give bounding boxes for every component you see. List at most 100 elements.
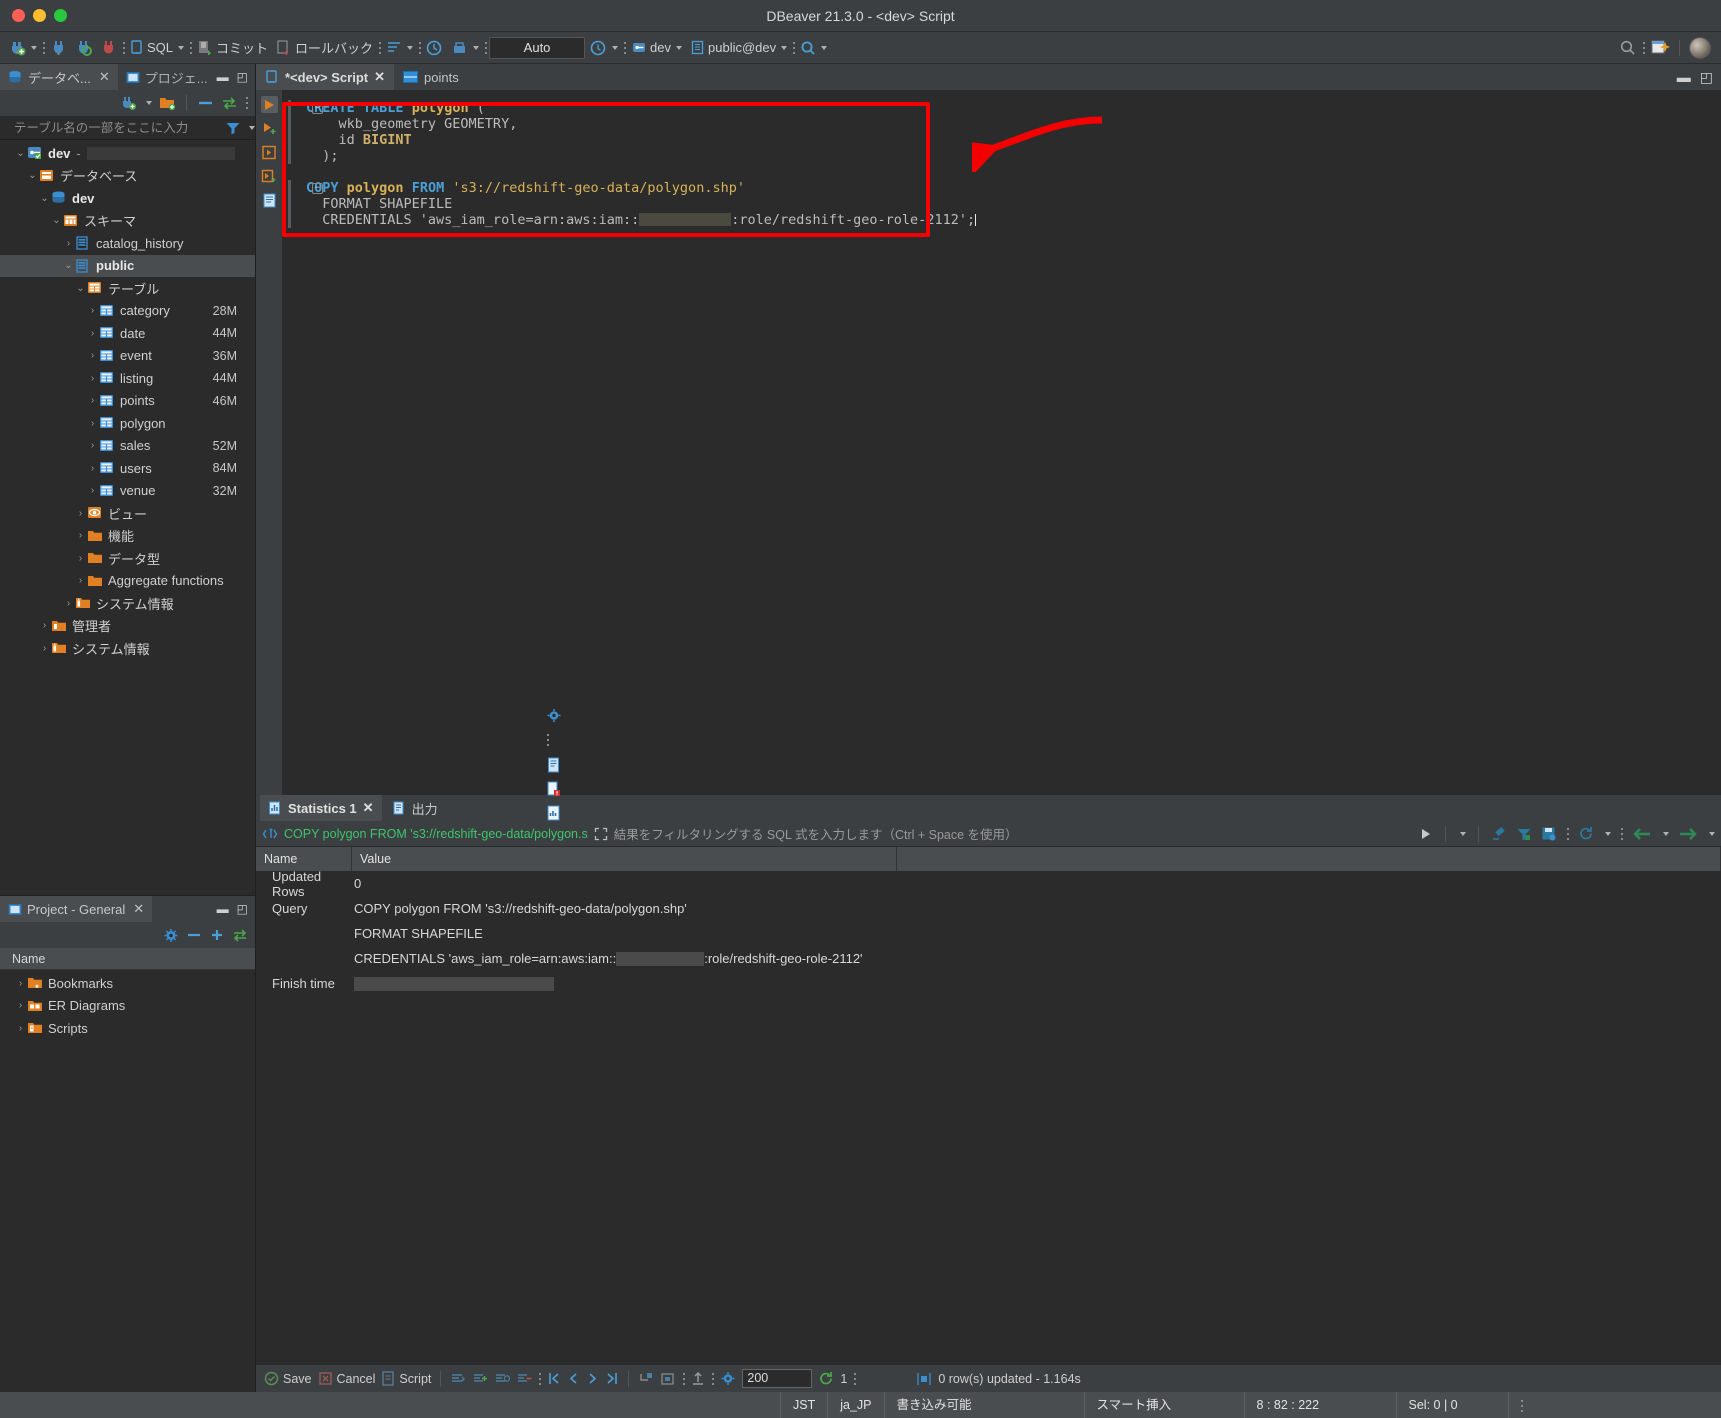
chevron-right-icon[interactable]: ›: [86, 350, 99, 361]
cell-value[interactable]: [352, 976, 1721, 992]
tab-statistics-1[interactable]: Statistics 1 ✕: [260, 795, 382, 821]
connection-selector[interactable]: dev: [628, 38, 685, 57]
chevron-down-icon-sql[interactable]: [178, 45, 185, 50]
minimize-editor-icon[interactable]: ▬: [1677, 69, 1691, 86]
project-tree[interactable]: › Bookmarks › ER Diagrams › Scripts: [0, 970, 255, 1295]
tab-project-general[interactable]: Project - General ✕: [0, 896, 153, 922]
duplicate-row-icon[interactable]: [494, 1372, 511, 1386]
disconnect-button[interactable]: [97, 37, 120, 58]
sql-line[interactable]: id BIGINT: [306, 132, 1695, 148]
tree-node-[interactable]: › システム情報: [0, 637, 255, 660]
execute-script-icon[interactable]: [261, 120, 278, 137]
tab-database-navigator[interactable]: データベ... ✕: [0, 64, 118, 90]
chevron-right-icon[interactable]: ›: [38, 620, 51, 631]
tree-filter-row[interactable]: [0, 116, 255, 140]
chevron-down-icon[interactable]: ⌄: [74, 283, 87, 294]
tree-node-catalog-history[interactable]: › catalog_history: [0, 232, 255, 255]
expand-icon[interactable]: [594, 827, 608, 841]
tree-node-sales[interactable]: › sales 52M: [0, 435, 255, 458]
tree-node-dev[interactable]: ⌄ dev -: [0, 142, 255, 165]
window-traffic-lights[interactable]: [0, 9, 67, 22]
sql-editor-button[interactable]: SQL: [127, 38, 187, 57]
transaction-mode-button[interactable]: [383, 38, 416, 57]
sql-line[interactable]: FORMAT SHAPEFILE: [306, 196, 1695, 212]
table-row[interactable]: FORMAT SHAPEFILE: [256, 921, 1721, 946]
database-navigator-tree[interactable]: ⌄ dev - ⌄ データベース ⌄ dev ⌄ スキーマ › catalog_history ⌄ pu…: [0, 140, 255, 895]
generate-sql-icon[interactable]: [261, 192, 278, 209]
execute-filter-icon[interactable]: [1419, 827, 1433, 841]
chevron-right-icon[interactable]: ›: [86, 373, 99, 384]
row-actions-overflow-icon[interactable]: [538, 1370, 541, 1388]
sql-filter-icon[interactable]: [262, 827, 278, 841]
chevron-right-icon[interactable]: ›: [62, 238, 75, 249]
status-overflow-icon[interactable]: [1507, 1392, 1548, 1418]
execute-to-new-tab-icon[interactable]: [261, 144, 278, 161]
new-folder-icon[interactable]: [159, 95, 176, 111]
connect-button[interactable]: [47, 37, 70, 58]
chevron-right-icon[interactable]: ›: [74, 508, 87, 519]
refresh-overflow-icon[interactable]: [853, 1370, 856, 1388]
chevron-right-icon[interactable]: ›: [14, 1023, 27, 1034]
chevron-down-icon-newconn[interactable]: [146, 101, 152, 105]
results-filter-overflow-icon-2[interactable]: [1620, 825, 1623, 843]
execute-expression-icon[interactable]: [261, 168, 278, 185]
save-button[interactable]: Save: [264, 1371, 312, 1386]
chevron-right-icon[interactable]: ›: [86, 440, 99, 451]
minimize-panel-icon[interactable]: ▬: [217, 70, 229, 84]
chevron-down-icon-txstate[interactable]: [612, 45, 619, 50]
gear-icon[interactable]: [163, 928, 179, 943]
cell-name[interactable]: Finish time: [256, 976, 352, 991]
sql-line[interactable]: − COPY polygon FROM 's3://redshift-geo-da…: [306, 180, 1695, 196]
chevron-down-icon[interactable]: ⌄: [38, 193, 51, 204]
export-overflow-icon[interactable]: [711, 1370, 714, 1388]
collapse-all-icon[interactable]: [197, 96, 214, 110]
project-item-er-diagrams[interactable]: › ER Diagrams: [0, 995, 255, 1018]
sql-code-text[interactable]: − CREATE TABLE polygon ( wkb_geometry GEO…: [282, 90, 1695, 228]
global-search-icon[interactable]: [1619, 39, 1636, 56]
link-with-editor-icon[interactable]: [221, 96, 238, 110]
code-fold-icon[interactable]: −: [312, 182, 323, 194]
save-filter-icon[interactable]: [1541, 826, 1557, 841]
edit-row-icon[interactable]: [450, 1372, 466, 1386]
database-tasks-button[interactable]: [448, 38, 482, 58]
chevron-right-icon[interactable]: ›: [14, 978, 27, 989]
cell-value[interactable]: FORMAT SHAPEFILE: [352, 926, 1721, 941]
chevron-right-icon[interactable]: ›: [74, 553, 87, 564]
maximize-project-icon[interactable]: ◰: [237, 902, 248, 916]
navigator-view-menu-icon[interactable]: [245, 94, 248, 112]
refresh-icon[interactable]: [1578, 826, 1594, 841]
close-icon-project[interactable]: ✕: [133, 901, 144, 917]
cell-value[interactable]: 0: [352, 876, 1721, 891]
add-icon[interactable]: [209, 928, 225, 942]
chevron-down-icon-tx[interactable]: [407, 45, 414, 50]
toolbar-search-button[interactable]: [797, 38, 830, 58]
tree-node-[interactable]: › 管理者: [0, 615, 255, 638]
error-log-icon[interactable]: [546, 781, 562, 797]
schema-selector[interactable]: public@dev: [687, 38, 790, 57]
execute-statement-icon[interactable]: [260, 96, 278, 113]
fetch-all-icon[interactable]: [660, 1372, 676, 1386]
table-row[interactable]: Updated Rows 0: [256, 869, 1721, 899]
chevron-right-icon[interactable]: ›: [86, 463, 99, 474]
chevron-down-icon[interactable]: ⌄: [14, 148, 27, 159]
statistics-panel-icon[interactable]: [546, 805, 562, 821]
chevron-right-icon[interactable]: ›: [86, 305, 99, 316]
chevron-right-icon[interactable]: ›: [86, 328, 99, 339]
chevron-right-icon[interactable]: ›: [38, 643, 51, 654]
chevron-down-icon-filter[interactable]: [249, 125, 255, 130]
chevron-down-icon[interactable]: ⌄: [50, 215, 63, 226]
tab-dev-script[interactable]: *<dev> Script ✕: [256, 64, 395, 90]
table-row[interactable]: Finish time: [256, 971, 1721, 996]
column-header-name[interactable]: Name: [256, 847, 352, 871]
sql-line[interactable]: CREDENTIALS 'aws_iam_role=arn:aws:iam:::…: [306, 212, 1695, 228]
commit-button[interactable]: コミット: [194, 36, 271, 59]
results-grid[interactable]: Name Value Updated Rows 0 Query COPY polygo…: [256, 847, 1721, 1364]
cell-value[interactable]: CREDENTIALS 'aws_iam_role=arn:aws:iam:::…: [352, 951, 1721, 967]
maximize-button[interactable]: [54, 9, 67, 22]
script-button[interactable]: Script: [381, 1371, 431, 1386]
results-filter-query-text[interactable]: COPY polygon FROM 's3://redshift-geo-dat…: [284, 827, 588, 841]
cell-value[interactable]: COPY polygon FROM 's3://redshift-geo-dat…: [352, 901, 1721, 916]
sql-line[interactable]: wkb_geometry GEOMETRY,: [306, 116, 1695, 132]
close-icon-statistics-tab[interactable]: ✕: [363, 800, 374, 816]
chevron-down-icon-back[interactable]: [1663, 831, 1669, 836]
